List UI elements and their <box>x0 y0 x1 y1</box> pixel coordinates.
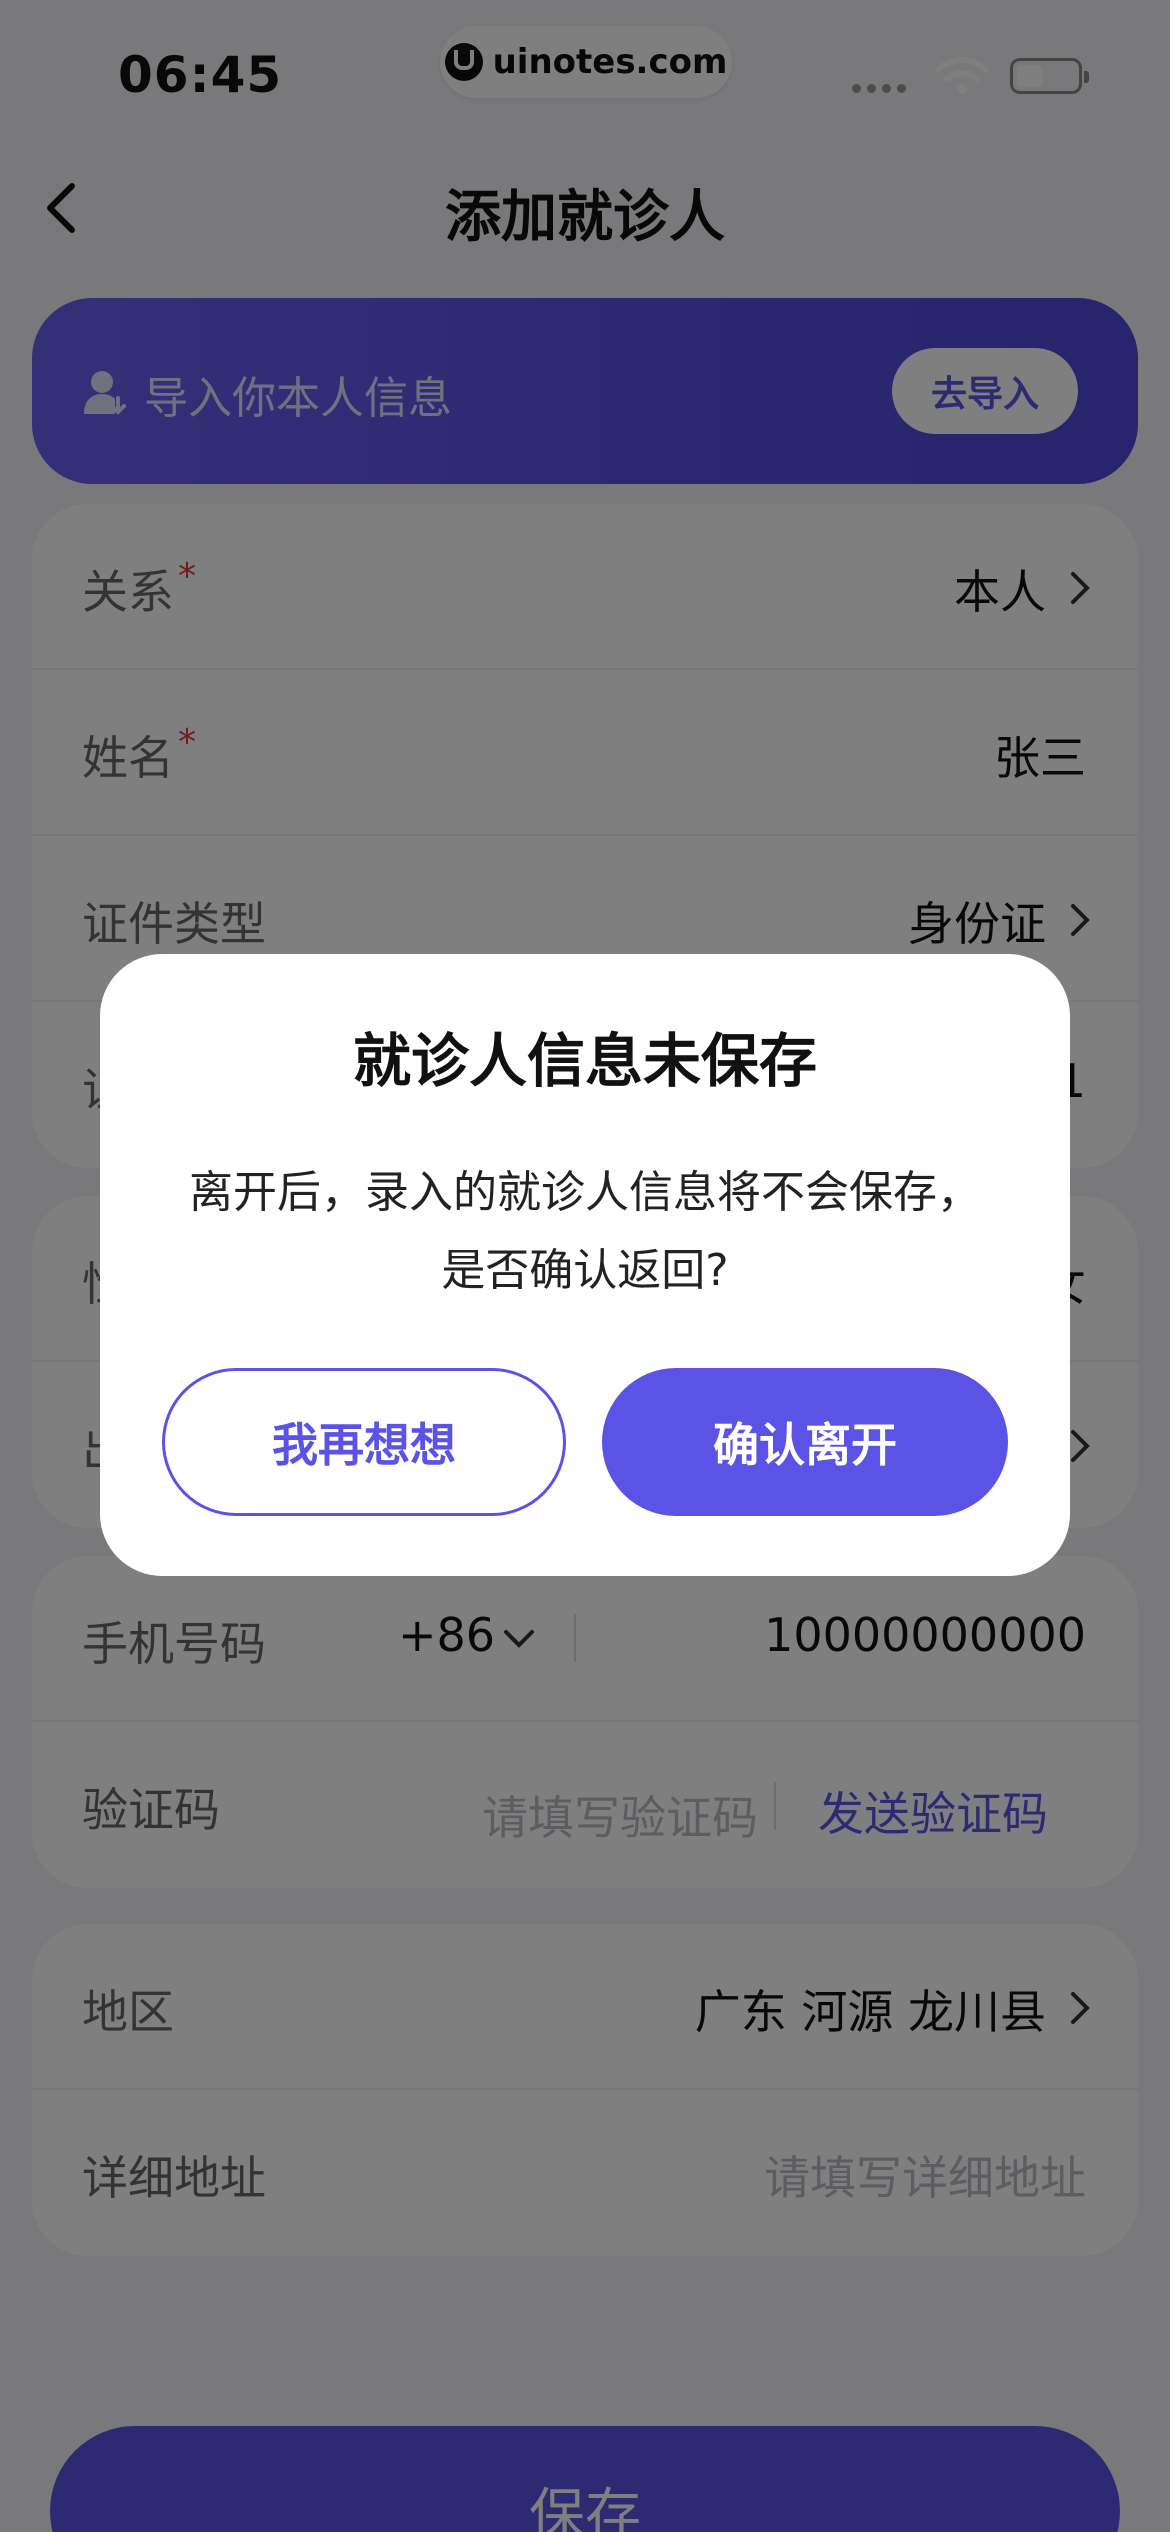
dialog-message-line1: 离开后，录入的就诊人信息将不会保存， <box>189 1167 981 1218</box>
think-again-button[interactable]: 我再想想 <box>162 1368 566 1516</box>
confirm-leave-button[interactable]: 确认离开 <box>602 1368 1008 1516</box>
dialog-message-line2: 是否确认返回? <box>441 1245 729 1296</box>
dialog-message: 离开后，录入的就诊人信息将不会保存， 是否确认返回? <box>150 1154 1020 1310</box>
dialog-title: 就诊人信息未保存 <box>352 1027 817 1095</box>
unsaved-dialog: 就诊人信息未保存 离开后，录入的就诊人信息将不会保存， 是否确认返回? 我再想想… <box>100 954 1070 1576</box>
